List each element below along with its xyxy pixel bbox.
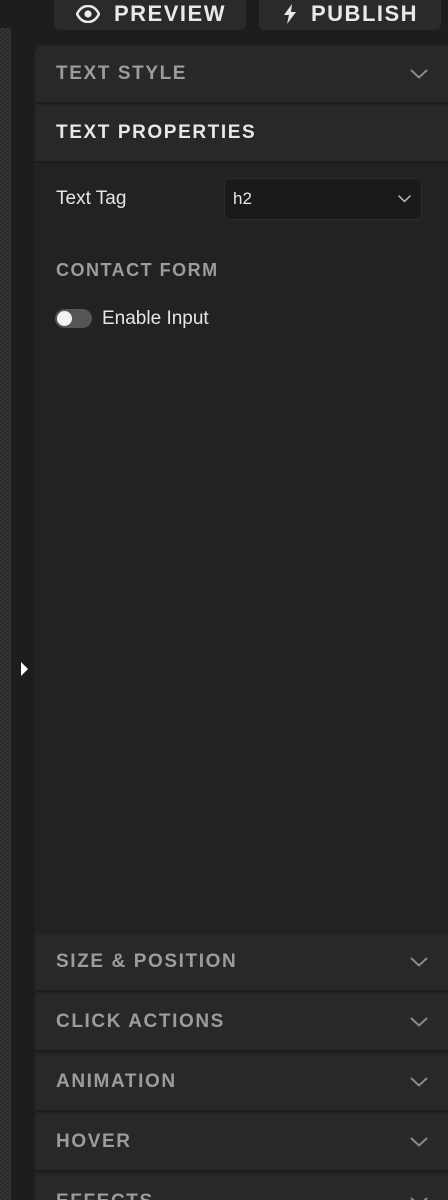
section-size-position[interactable]: SIZE & POSITION [35,934,448,992]
collapse-panel-toggle[interactable] [16,658,32,680]
lightning-icon [283,4,297,24]
section-title: HOVER [56,1131,132,1152]
section-text-style[interactable]: TEXT STYLE [35,46,448,104]
section-click-actions[interactable]: CLICK ACTIONS [35,994,448,1052]
section-text-properties[interactable]: TEXT PROPERTIES [35,105,448,163]
section-effects[interactable]: EFFECTS [35,1174,448,1200]
eye-icon [76,5,100,23]
enable-input-toggle[interactable] [55,309,92,328]
chevron-down-icon [410,69,428,79]
preview-label: PREVIEW [114,1,226,26]
properties-panel: TEXT STYLE TEXT PROPERTIES Text Tag h2 C… [35,44,448,1200]
section-title: TEXT PROPERTIES [56,122,257,143]
section-title: TEXT STYLE [56,63,188,84]
section-title: EFFECTS [56,1191,154,1200]
chevron-down-icon [410,1017,428,1027]
toggle-knob [57,311,72,326]
section-animation[interactable]: ANIMATION [35,1054,448,1112]
text-tag-value: h2 [233,189,252,208]
section-title: ANIMATION [56,1071,177,1092]
section-title: SIZE & POSITION [56,951,238,972]
chevron-down-icon [410,1137,428,1147]
text-tag-select[interactable]: h2 [224,178,422,220]
editor-sidebar: PREVIEW PUBLISH TEXT STYLE TEXT PROPERTI… [0,0,448,1200]
caret-right-icon [20,662,28,676]
preview-button[interactable]: PREVIEW [54,0,246,30]
enable-input-label: Enable Input [102,308,209,329]
section-hover[interactable]: HOVER [35,1114,448,1172]
chevron-down-icon [410,1077,428,1087]
chevron-down-icon [398,195,411,203]
contact-form-heading: CONTACT FORM [56,260,219,280]
chevron-down-icon [410,957,428,967]
section-title: CLICK ACTIONS [56,1011,225,1032]
canvas-preview-strip [0,28,11,1200]
text-tag-label: Text Tag [56,188,127,209]
publish-label: PUBLISH [311,1,419,26]
publish-button[interactable]: PUBLISH [259,0,441,30]
